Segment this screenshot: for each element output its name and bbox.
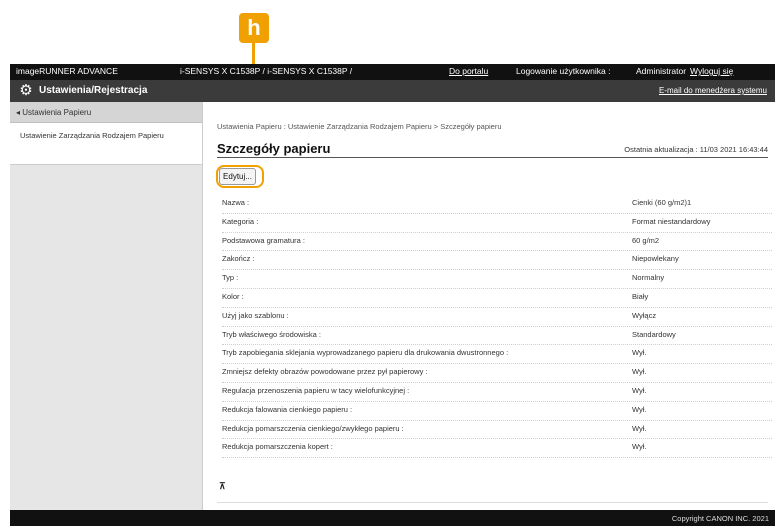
logout-link[interactable]: Wyloguj się	[690, 66, 733, 76]
paper-details-list: Nazwa : Cienki (60 g/m2)1 Kategoria : Forma…	[222, 195, 772, 458]
detail-label: Kategoria :	[222, 216, 259, 226]
detail-label: Redukcja pomarszczenia cienkiego/zwykłeg…	[222, 423, 404, 433]
bottom-divider	[217, 502, 768, 503]
page-title: Szczegóły papieru	[217, 141, 331, 156]
detail-label: Kolor :	[222, 291, 244, 301]
scroll-to-top-icon[interactable]: ⊼	[219, 481, 226, 492]
detail-label: Typ :	[222, 273, 239, 283]
title-divider	[217, 157, 768, 158]
detail-value: 60 g/m2	[632, 235, 660, 245]
app-title: Ustawienia/Rejestracja	[39, 85, 148, 96]
detail-label: Użyj jako szablonu :	[222, 310, 289, 320]
detail-value: Normalny	[632, 273, 665, 283]
edit-button-highlight	[216, 165, 264, 188]
callout-badge: h	[239, 13, 269, 43]
detail-row: Redukcja falowania cienkiego papieru : Wy…	[222, 402, 772, 421]
detail-value: Biały	[632, 291, 649, 301]
last-update: Ostatnia aktualizacja : 11/03 2021 16:43…	[624, 145, 768, 154]
detail-value: Niepowlekany	[632, 254, 679, 264]
footer: Copyright CANON INC. 2021	[10, 510, 775, 526]
detail-row: Kategoria : Format niestandardowy	[222, 214, 772, 233]
detail-row: Tryb zapobiegania sklejania wyprowadzane…	[222, 345, 772, 364]
detail-label: Podstawowa gramatura :	[222, 235, 305, 245]
detail-value: Wył.	[632, 348, 647, 358]
user-name: Administrator	[636, 66, 687, 76]
detail-row: Zmniejsz defekty obrazów powodowane prze…	[222, 364, 772, 383]
detail-label: Tryb zapobiegania sklejania wyprowadzane…	[222, 348, 509, 358]
detail-value: Wył.	[632, 404, 647, 414]
model-name: i-SENSYS X C1538P / i-SENSYS X C1538P /	[180, 66, 353, 76]
detail-row: Kolor : Biały	[222, 289, 772, 308]
detail-row: Zakończ : Niepowlekany	[222, 251, 772, 270]
detail-row: Regulacja przenoszenia papieru w tacy wi…	[222, 383, 772, 402]
breadcrumb: Ustawienia Papieru : Ustawienie Zarządza…	[217, 122, 502, 131]
detail-label: Nazwa :	[222, 198, 250, 207]
sidebar-item-paper-type-management[interactable]: Ustawienie Zarządzania Rodzajem Papieru	[10, 123, 202, 165]
detail-value: Format niestandardowy	[632, 216, 711, 226]
detail-value: Wyłącz	[632, 310, 657, 320]
detail-label: Regulacja przenoszenia papieru w tacy wi…	[222, 385, 410, 395]
detail-label: Redukcja falowania cienkiego papieru :	[222, 404, 353, 414]
detail-label: Zmniejsz defekty obrazów powodowane prze…	[222, 367, 428, 377]
detail-value: Wył.	[632, 442, 647, 452]
detail-row: Podstawowa gramatura : 60 g/m2	[222, 233, 772, 252]
product-name: imageRUNNER ADVANCE	[16, 66, 118, 76]
app-window: imageRUNNER ADVANCE i-SENSYS X C1538P / …	[10, 64, 775, 526]
detail-label: Tryb właściwego środowiska :	[222, 329, 321, 339]
detail-row: Nazwa : Cienki (60 g/m2)1	[222, 195, 772, 214]
email-admin-link[interactable]: E-mail do menedżera systemu	[659, 86, 767, 95]
top-bar: imageRUNNER ADVANCE i-SENSYS X C1538P / …	[10, 64, 775, 80]
gear-icon: ⚙	[19, 82, 33, 99]
detail-value: Standardowy	[632, 329, 676, 339]
detail-label: Zakończ :	[222, 254, 255, 264]
sidebar-back-link[interactable]: ◂ Ustawienia Papieru	[10, 102, 202, 123]
detail-row: Użyj jako szablonu : Wyłącz	[222, 308, 772, 327]
copyright: Copyright CANON INC. 2021	[671, 514, 769, 523]
main-content: Ustawienia Papieru : Ustawienie Zarządza…	[204, 102, 775, 510]
detail-value: Cienki (60 g/m2)1	[632, 198, 692, 207]
detail-row: Redukcja pomarszczenia kopert : Wył.	[222, 439, 772, 458]
detail-row: Typ : Normalny	[222, 270, 772, 289]
login-label: Logowanie użytkownika :	[516, 66, 611, 76]
portal-link[interactable]: Do portalu	[449, 66, 488, 76]
detail-value: Wył.	[632, 367, 647, 377]
detail-row: Redukcja pomarszczenia cienkiego/zwykłeg…	[222, 421, 772, 440]
title-bar: ⚙ Ustawienia/Rejestracja E-mail do mened…	[10, 80, 775, 102]
detail-row: Tryb właściwego środowiska : Standardowy	[222, 327, 772, 346]
detail-label: Redukcja pomarszczenia kopert :	[222, 442, 333, 452]
detail-value: Wył.	[632, 385, 647, 395]
detail-value: Wył.	[632, 423, 647, 433]
sidebar: ◂ Ustawienia Papieru Ustawienie Zarządza…	[10, 102, 203, 510]
